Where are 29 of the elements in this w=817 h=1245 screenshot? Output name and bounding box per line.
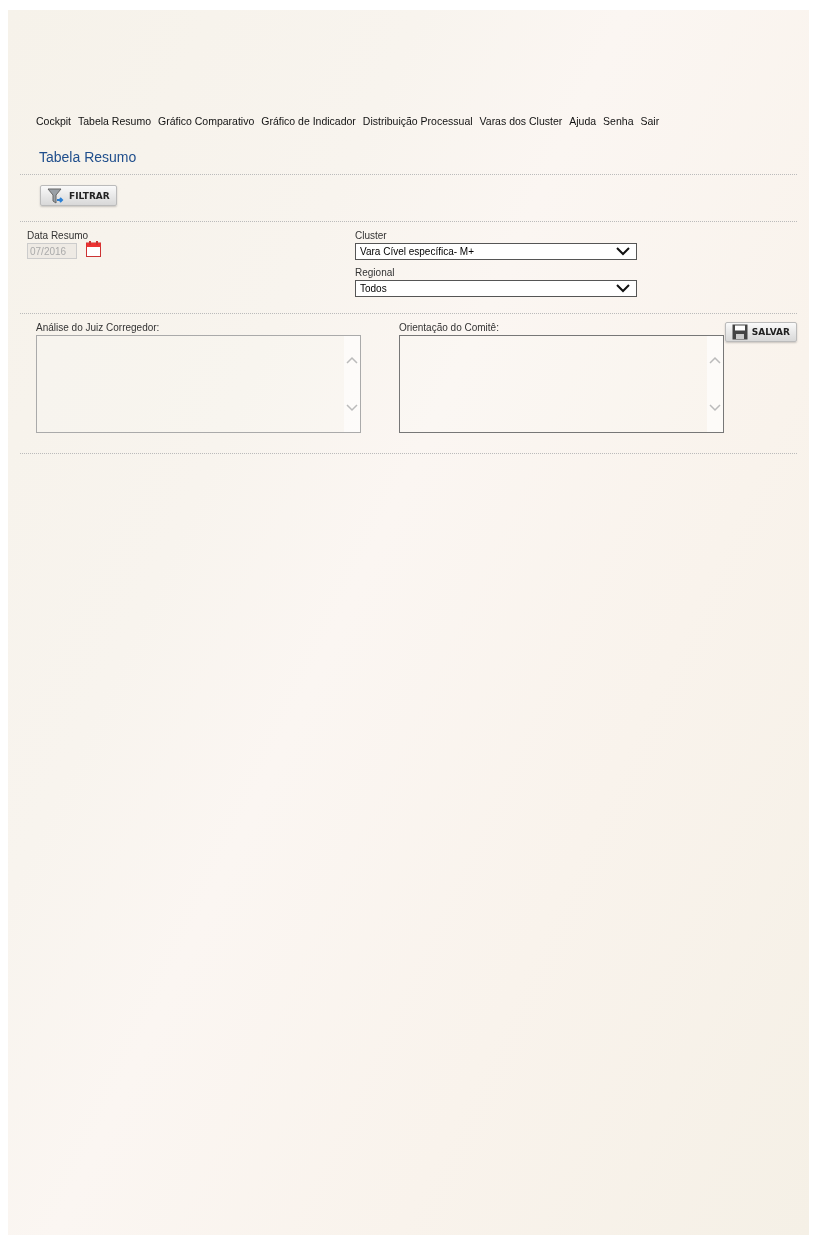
scroll-up-icon[interactable] [708, 356, 721, 364]
field-label: Orientação do Comitê: [398, 322, 500, 333]
field-label: Cluster [355, 230, 388, 241]
chevron-down-icon [616, 247, 630, 256]
nav-link[interactable]: Sair [640, 115, 660, 127]
calendar-icon[interactable] [86, 241, 101, 257]
page-title: Tabela Resumo [38, 148, 138, 165]
text-area[interactable] [36, 335, 361, 433]
nav-link[interactable]: Gráfico de Indicador [261, 115, 356, 127]
dropdown[interactable]: Todos [355, 280, 637, 297]
chevron-down-icon [616, 284, 630, 293]
save-button[interactable]: SALVAR [724, 322, 797, 342]
nav-link[interactable]: Ajuda [569, 115, 597, 127]
nav-link[interactable]: Senha [603, 115, 634, 127]
filter-icon [47, 186, 65, 205]
dropdown[interactable]: Vara Cível específica- M+ [355, 243, 637, 260]
nav-link[interactable]: Cockpit [36, 115, 71, 127]
nav-link[interactable]: Gráfico Comparativo [158, 115, 255, 127]
text-area[interactable] [398, 335, 724, 433]
field-label: Data Resumo [27, 230, 90, 241]
filter-button[interactable]: FILTRAR [40, 185, 117, 206]
scroll-down-icon[interactable] [345, 404, 358, 412]
scroll-down-icon[interactable] [708, 404, 721, 412]
nav-link[interactable]: Distribuição Processual [362, 115, 473, 127]
scroll-up-icon[interactable] [345, 356, 358, 364]
nav-link[interactable]: Varas dos Cluster [479, 115, 563, 127]
nav-link[interactable]: Tabela Resumo [78, 115, 151, 127]
field-label: Regional [355, 267, 396, 278]
field-label: Análise do Juiz Corregedor: [36, 322, 161, 333]
